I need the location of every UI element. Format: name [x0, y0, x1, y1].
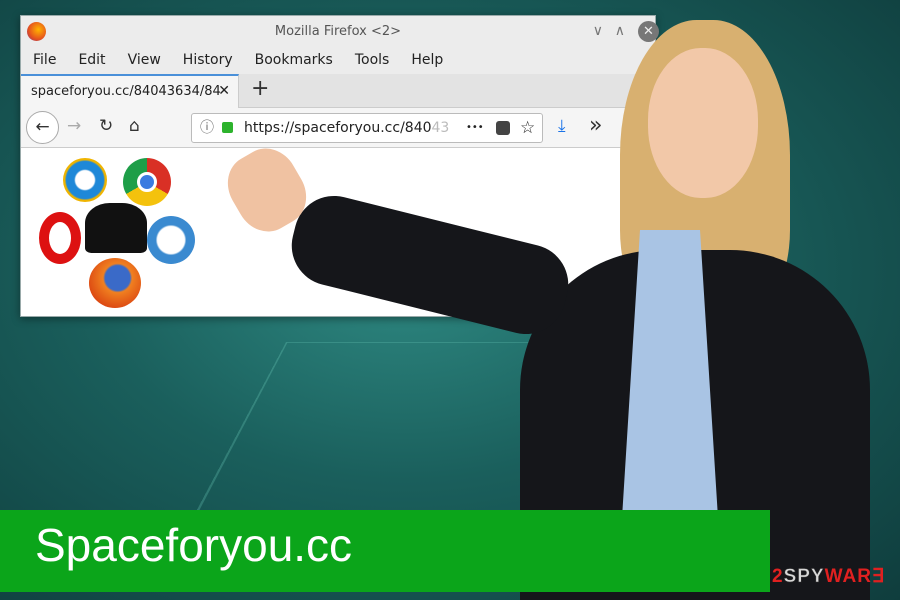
- bookmark-star-icon[interactable]: ☆: [520, 114, 535, 142]
- menu-edit[interactable]: Edit: [78, 47, 105, 74]
- watermark-suffix: WAR∃: [824, 566, 885, 587]
- menu-tools[interactable]: Tools: [355, 47, 390, 74]
- opera-icon: [39, 212, 81, 264]
- window-title: Mozilla Firefox <2>: [274, 24, 402, 39]
- tab-strip: spaceforyou.cc/84043634/84 ✕ +: [21, 74, 655, 108]
- watermark-prefix: 2: [772, 566, 784, 587]
- menu-bar: File Edit View History Bookmarks Tools H…: [21, 47, 655, 74]
- minimize-button[interactable]: ∨: [593, 16, 603, 47]
- menu-file[interactable]: File: [33, 47, 56, 74]
- reload-button[interactable]: ↻: [99, 116, 113, 136]
- pocket-icon[interactable]: [496, 121, 510, 135]
- nav-bar: ← → ↻ ⌂ ⓘ https://spaceforyou.cc/84043 •…: [21, 108, 655, 148]
- maximize-button[interactable]: ∧: [615, 16, 625, 47]
- firefox-icon: [89, 258, 141, 308]
- tab-label: spaceforyou.cc/84043634/84: [31, 84, 221, 99]
- person-face: [648, 48, 758, 198]
- menu-help[interactable]: Help: [411, 47, 443, 74]
- new-tab-button[interactable]: +: [251, 76, 269, 101]
- info-icon[interactable]: ⓘ: [200, 114, 214, 142]
- back-button[interactable]: ←: [26, 111, 59, 144]
- home-button[interactable]: ⌂: [129, 116, 140, 136]
- watermark-mid: SPY: [783, 566, 825, 588]
- url-text: https://spaceforyou.cc/840: [244, 120, 432, 136]
- hacker-spy-icon: [85, 203, 147, 253]
- url-bar[interactable]: ⓘ https://spaceforyou.cc/84043 ••• ☆: [191, 113, 543, 143]
- menu-bookmarks[interactable]: Bookmarks: [255, 47, 333, 74]
- forward-button[interactable]: →: [67, 116, 81, 136]
- menu-view[interactable]: View: [128, 47, 161, 74]
- menu-history[interactable]: History: [183, 47, 233, 74]
- url-text-faded: 43: [431, 120, 450, 136]
- lock-icon: [222, 122, 233, 133]
- banner-title: Spaceforyou.cc: [35, 519, 353, 571]
- page-actions-icon[interactable]: •••: [466, 114, 484, 142]
- firefox-logo-icon: [27, 22, 46, 41]
- title-bar: Mozilla Firefox <2> ∨ ∧ ✕: [21, 16, 659, 47]
- chrome-icon: [123, 158, 171, 206]
- download-icon[interactable]: ⤓: [558, 116, 566, 136]
- overflow-menu-icon[interactable]: »: [589, 113, 602, 138]
- internet-explorer-icon: [63, 158, 107, 202]
- tab-close-button[interactable]: ✕: [218, 76, 230, 107]
- safari-icon: [147, 216, 195, 264]
- 2spyware-watermark-logo: 2SPYWAR∃: [772, 565, 885, 588]
- title-banner: Spaceforyou.cc: [0, 510, 770, 592]
- tab-active[interactable]: spaceforyou.cc/84043634/84 ✕: [21, 74, 239, 108]
